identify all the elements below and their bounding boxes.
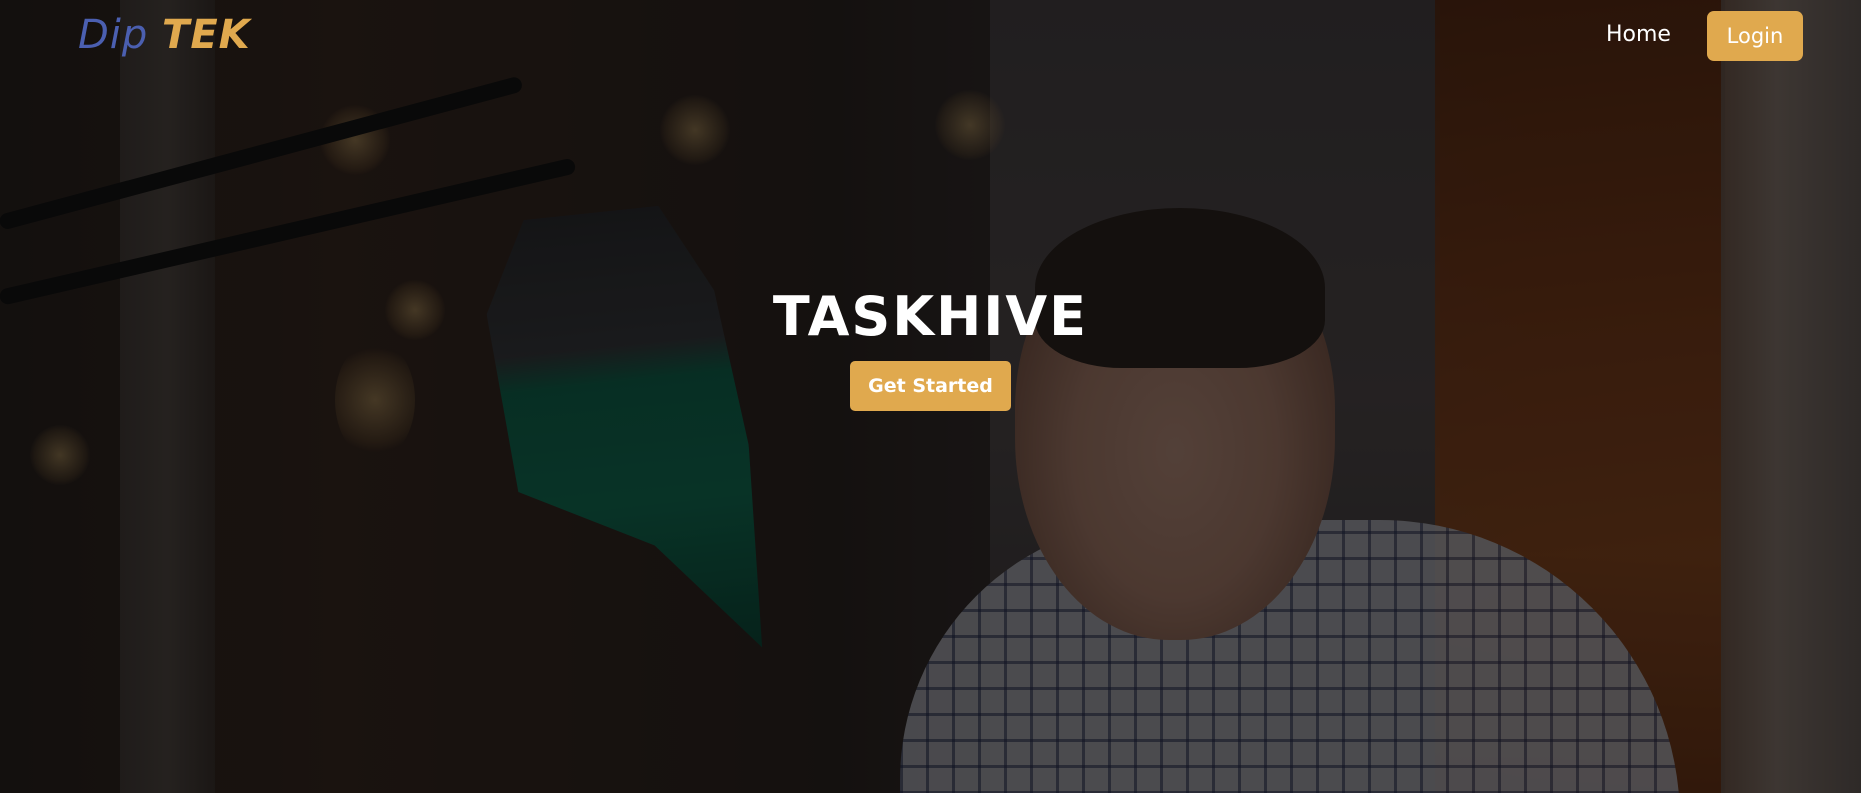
hero-content: TASKHIVE Get Started bbox=[0, 285, 1861, 411]
nav-home-link[interactable]: Home bbox=[1606, 22, 1671, 47]
brand-name-part1: Dip bbox=[78, 12, 149, 58]
hero-section: Dip TEK Home Login TASKHIVE Get Started bbox=[0, 0, 1861, 793]
hero-title: TASKHIVE bbox=[772, 285, 1089, 348]
get-started-button[interactable]: Get Started bbox=[850, 361, 1011, 411]
login-button[interactable]: Login bbox=[1707, 11, 1803, 61]
brand-logo[interactable]: Dip TEK bbox=[78, 12, 251, 58]
navbar: Dip TEK Home Login bbox=[0, 0, 1861, 72]
brand-name-part2: TEK bbox=[162, 12, 251, 58]
